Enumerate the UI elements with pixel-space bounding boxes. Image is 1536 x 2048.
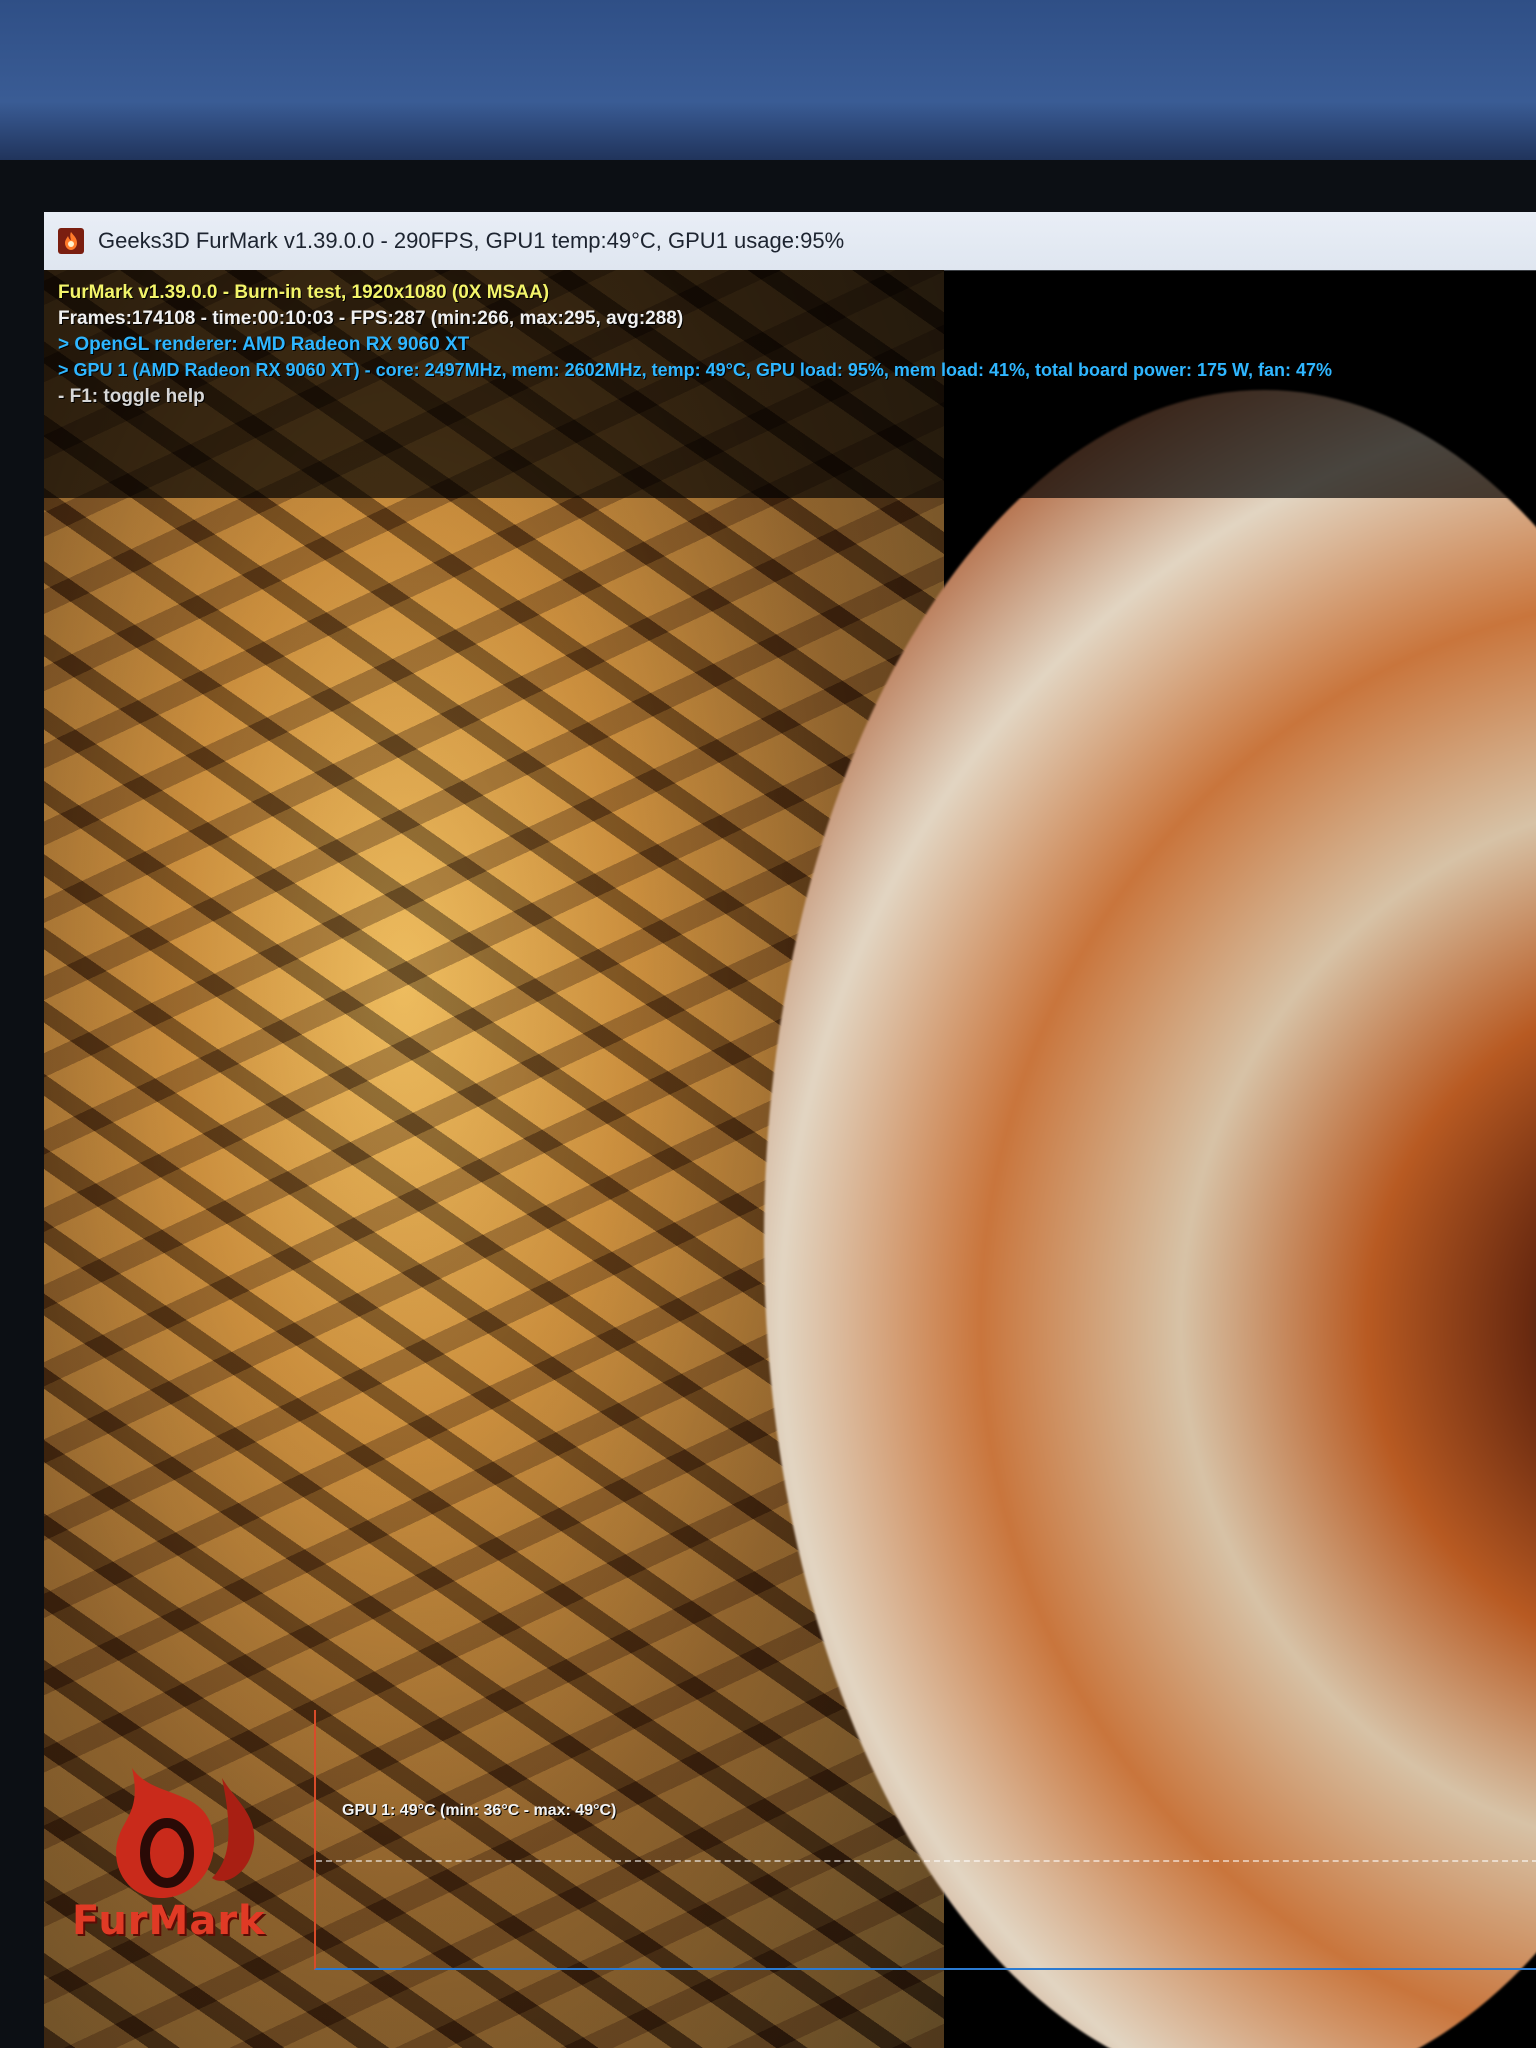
- hud-overlay: FurMark v1.39.0.0 - Burn-in test, 1920x1…: [44, 270, 1536, 498]
- furmark-logo-text: FurMark: [72, 1898, 266, 1944]
- furmark-logo: FurMark: [72, 1758, 312, 1958]
- hud-help-line: - F1: toggle help: [58, 386, 205, 407]
- furmark-logo-flame-icon: [116, 1768, 255, 1898]
- hud-gpu-stats-line: > GPU 1 (AMD Radeon RX 9060 XT) - core: …: [58, 360, 1333, 380]
- background-wall: [0, 0, 1536, 170]
- hud-renderer-line: > OpenGL renderer: AMD Radeon RX 9060 XT: [58, 334, 470, 355]
- temperature-graph: GPU 1: 49°C (min: 36°C - max: 49°C): [314, 1710, 1536, 1970]
- window-titlebar[interactable]: Geeks3D FurMark v1.39.0.0 - 290FPS, GPU1…: [44, 212, 1536, 271]
- hud-frames-line: Frames:174108 - time:00:10:03 - FPS:287 …: [58, 308, 684, 329]
- window-title: Geeks3D FurMark v1.39.0.0 - 290FPS, GPU1…: [98, 228, 845, 253]
- render-viewport[interactable]: FurMark v1.39.0.0 - Burn-in test, 1920x1…: [44, 270, 1536, 2048]
- hud-title-line: FurMark v1.39.0.0 - Burn-in test, 1920x1…: [58, 282, 550, 303]
- temperature-graph-line: [316, 1860, 1536, 1862]
- temperature-graph-label: GPU 1: 49°C (min: 36°C - max: 49°C): [342, 1802, 617, 1819]
- furmark-window[interactable]: Geeks3D FurMark v1.39.0.0 - 290FPS, GPU1…: [44, 212, 1536, 2048]
- furmark-flame-icon: [58, 228, 84, 254]
